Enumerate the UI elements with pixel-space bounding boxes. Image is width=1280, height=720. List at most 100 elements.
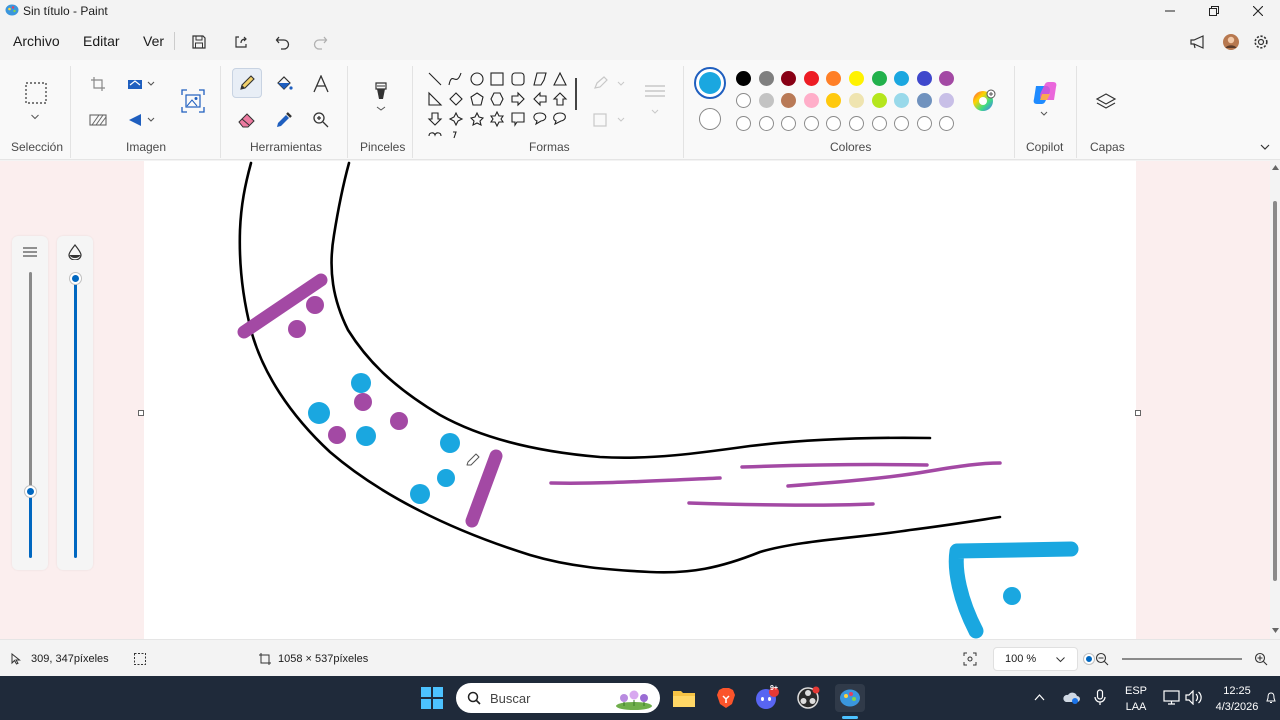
size-slider-track[interactable]: [29, 272, 32, 492]
pencil-tool[interactable]: [232, 68, 262, 98]
menu-editar[interactable]: Editar: [83, 33, 120, 49]
color-swatch[interactable]: [758, 71, 774, 86]
zoom-select[interactable]: 100 %: [993, 647, 1078, 671]
color-swatch[interactable]: [871, 93, 887, 108]
microphone-icon[interactable]: [1094, 689, 1106, 706]
drawing-canvas[interactable]: [144, 161, 1136, 639]
obs-button[interactable]: [794, 684, 822, 712]
chevron-down-icon[interactable]: [1260, 144, 1270, 151]
chevron-up-icon[interactable]: [1034, 694, 1045, 701]
share-button[interactable]: [227, 28, 255, 56]
clock-date[interactable]: 4/3/2026: [1210, 701, 1264, 713]
input-language[interactable]: ESP: [1122, 685, 1150, 697]
zoom-slider-track[interactable]: [1084, 654, 1242, 664]
shapes-gallery[interactable]: [424, 68, 584, 140]
color-swatch[interactable]: [736, 93, 751, 108]
restore-button[interactable]: [1192, 0, 1236, 22]
color-swatch[interactable]: [849, 71, 864, 86]
layers-button[interactable]: [1091, 88, 1121, 118]
chevron-down-icon[interactable]: [31, 114, 39, 120]
color-swatch[interactable]: [849, 93, 864, 108]
file-explorer-button[interactable]: [670, 684, 698, 712]
drawing-layer[interactable]: [144, 161, 1136, 639]
close-button[interactable]: [1236, 0, 1280, 22]
save-button[interactable]: [185, 28, 213, 56]
color-swatch[interactable]: [781, 116, 797, 131]
color-swatch[interactable]: [758, 93, 774, 108]
resize-handle-left[interactable]: [138, 410, 144, 416]
shape-size-button[interactable]: [640, 78, 670, 118]
onedrive-icon[interactable]: [1062, 690, 1080, 704]
color-swatch[interactable]: [939, 93, 955, 108]
color-swatch[interactable]: [803, 116, 819, 131]
resize-handle-right[interactable]: [1135, 410, 1141, 416]
color-swatch[interactable]: [736, 116, 751, 131]
redo-button[interactable]: [306, 28, 334, 56]
color-swatch[interactable]: [894, 116, 910, 131]
color-swatch[interactable]: [781, 71, 797, 86]
color-swatch[interactable]: [939, 116, 955, 131]
rotate-button[interactable]: [84, 106, 112, 134]
discord-button[interactable]: 9+: [753, 684, 781, 712]
minimize-button[interactable]: [1148, 0, 1192, 22]
color-swatch[interactable]: [803, 71, 819, 86]
secondary-color-button[interactable]: [699, 108, 721, 130]
opacity-slider-thumb[interactable]: [70, 273, 81, 284]
zoom-in-icon[interactable]: [1254, 652, 1268, 666]
menu-archivo[interactable]: Archivo: [13, 33, 60, 49]
scrollbar-thumb[interactable]: [1273, 201, 1277, 581]
color-swatch[interactable]: [916, 71, 932, 86]
settings-button[interactable]: [1247, 28, 1275, 56]
primary-color-button[interactable]: [694, 67, 726, 99]
brave-browser-button[interactable]: [712, 684, 740, 712]
color-swatch[interactable]: [939, 71, 955, 86]
clock-time[interactable]: 12:25: [1212, 685, 1262, 697]
crop-button[interactable]: [84, 70, 112, 98]
color-swatch[interactable]: [871, 71, 887, 86]
account-avatar[interactable]: [1217, 28, 1245, 56]
color-picker-tool[interactable]: [270, 106, 298, 134]
volume-icon[interactable]: [1185, 690, 1203, 705]
eraser-tool[interactable]: [233, 106, 261, 134]
start-button[interactable]: [418, 684, 446, 712]
shape-outline-button[interactable]: [590, 70, 630, 98]
flip-button[interactable]: [122, 106, 162, 134]
color-swatch[interactable]: [849, 116, 864, 131]
notification-bell-icon[interactable]: [1266, 692, 1276, 704]
keyboard-layout[interactable]: LAA: [1122, 701, 1150, 713]
scroll-down-icon[interactable]: [1272, 628, 1279, 633]
shapes-scrollbar[interactable]: [575, 78, 577, 110]
edit-colors-button[interactable]: [972, 89, 996, 113]
color-swatch[interactable]: [736, 71, 751, 86]
color-swatch[interactable]: [894, 93, 910, 108]
color-swatch[interactable]: [826, 116, 842, 131]
color-swatch[interactable]: [758, 116, 774, 131]
color-swatch[interactable]: [894, 71, 910, 86]
feedback-button[interactable]: [1184, 28, 1212, 56]
color-swatch[interactable]: [803, 93, 819, 108]
text-tool[interactable]: [307, 70, 335, 98]
size-slider-thumb[interactable]: [25, 486, 36, 497]
zoom-out-icon[interactable]: [1095, 652, 1109, 666]
select-rectangle-tool[interactable]: [21, 78, 51, 108]
color-swatch[interactable]: [871, 116, 887, 131]
resize-button[interactable]: [122, 70, 162, 98]
fit-to-window-icon[interactable]: [963, 652, 977, 666]
fill-tool[interactable]: [270, 70, 298, 98]
undo-button[interactable]: [269, 28, 297, 56]
brushes-button[interactable]: [366, 78, 396, 114]
color-swatch[interactable]: [826, 93, 842, 108]
image-recognition-button[interactable]: [177, 85, 209, 117]
vertical-scrollbar[interactable]: [1270, 161, 1280, 639]
taskbar-search[interactable]: Buscar: [456, 683, 660, 713]
magnifier-tool[interactable]: [307, 106, 335, 134]
color-swatch[interactable]: [781, 93, 797, 108]
menu-ver[interactable]: Ver: [143, 33, 164, 49]
color-swatch[interactable]: [916, 116, 932, 131]
paint-taskbar-button[interactable]: [835, 684, 865, 712]
network-icon[interactable]: [1163, 690, 1180, 705]
copilot-button[interactable]: [1030, 80, 1060, 120]
shape-fill-button[interactable]: [590, 106, 630, 134]
scroll-up-icon[interactable]: [1272, 165, 1279, 170]
zoom-slider-thumb[interactable]: [1084, 654, 1094, 664]
